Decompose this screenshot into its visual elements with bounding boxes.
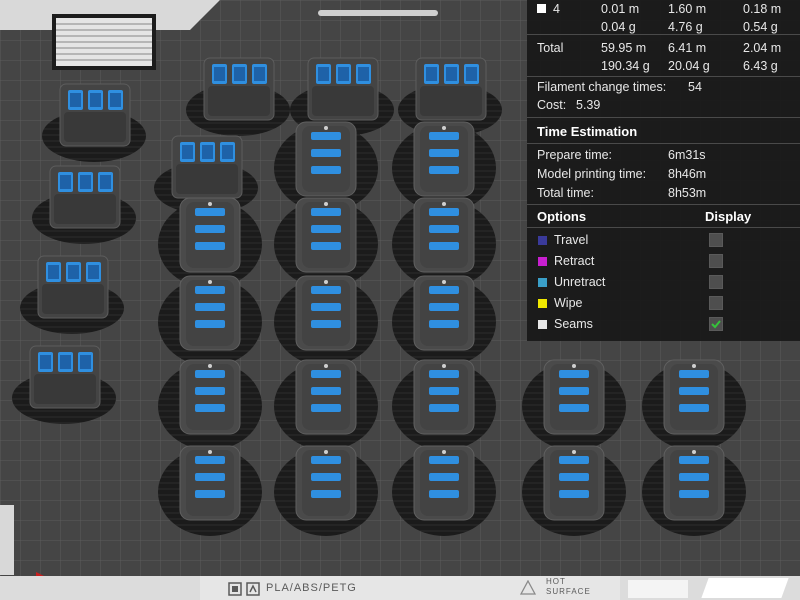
totals-row: Total 59.95 m 6.41 m 2.04 m [527,39,800,57]
stacked-part [179,445,241,521]
tray-part [415,57,487,121]
stacked-part [179,359,241,435]
model-printing-time-label: Model printing time: [537,167,647,181]
gcode-statistics-panel: 4 0.01 m 1.60 m 0.18 m 0.04 g 4.76 g 0.5… [527,0,800,341]
model-printing-time-row: Model printing time: 8h46m [527,165,800,183]
filament-model-length: 1.60 m [668,2,707,16]
separator [527,76,800,77]
prepare-time-label: Prepare time: [537,148,613,162]
bed-marker-box [628,580,688,598]
total-time-row: Total time: 8h53m [527,184,800,202]
totals-support-length: 2.04 m [743,41,782,55]
tray-part [171,135,243,199]
tray-part [203,57,275,121]
tray-part [37,255,109,319]
stacked-part [413,121,475,197]
totals-total-weight: 190.34 g [601,59,650,73]
tray-part [29,345,101,409]
filament-change-value: 54 [688,80,702,94]
totals-weights-row: 190.34 g 20.04 g 6.43 g [527,57,800,75]
stacked-part [295,359,357,435]
option-label: Travel [554,233,589,247]
stacked-part [413,445,475,521]
seams-display-checkbox[interactable] [709,317,723,331]
unretract-display-checkbox[interactable] [709,275,723,289]
filament-color-swatch [537,4,546,13]
filament-icon [228,582,242,596]
wipe-display-checkbox[interactable] [709,296,723,310]
cost-row: Cost: 5.39 [527,96,800,114]
stacked-part [543,445,605,521]
separator [527,143,800,144]
totals-support-weight: 6.43 g [743,59,778,73]
stacked-part [295,121,357,197]
stacked-part [295,197,357,273]
totals-total-length: 59.95 m [601,41,647,55]
option-retract[interactable]: Retract [527,252,800,270]
option-label: Wipe [554,296,583,310]
hot-surface-line-1: HOT [546,577,566,586]
hot-surface-line-2: SURFACE [546,587,591,596]
bed-material-label: PLA/ABS/PETG [266,582,357,594]
totals-label: Total [537,41,564,55]
separator [527,227,800,228]
tray-part [59,83,131,147]
filament-change-row: Filament change times: 54 [527,78,800,96]
option-label: Retract [554,254,595,268]
stacked-part [663,359,725,435]
wipe-swatch [538,299,547,308]
cost-value: 5.39 [576,98,601,112]
filament-change-label: Filament change times: [537,80,667,94]
travel-display-checkbox[interactable] [709,233,723,247]
seams-checkmark-icon [711,320,721,329]
option-label: Unretract [554,275,606,289]
options-title: Options [537,209,587,224]
separator [527,204,800,205]
unretract-swatch [538,278,547,287]
filament-support-length: 0.18 m [743,2,782,16]
time-estimation-title: Time Estimation [537,124,638,139]
stacked-part [663,445,725,521]
filament-id: 4 [553,2,560,16]
stacked-part [179,197,241,273]
hot-surface-warning-icon [520,580,536,595]
option-unretract[interactable]: Unretract [527,273,800,291]
separator [527,34,800,35]
option-seams[interactable]: Seams [527,315,800,333]
filament-total-length: 0.01 m [601,2,640,16]
prepare-time-row: Prepare time: 6m31s [527,146,800,164]
model-printing-time-value: 8h46m [668,167,707,181]
seams-swatch [538,320,547,329]
prepare-time-value: 6m31s [668,148,706,162]
totals-model-weight: 20.04 g [668,59,710,73]
stacked-part [295,445,357,521]
filament-row: 4 0.01 m 1.60 m 0.18 m [527,0,800,18]
total-time-value: 8h53m [668,186,707,200]
stacked-part [543,359,605,435]
total-time-label: Total time: [537,186,594,200]
display-title: Display [705,209,752,224]
stacked-part [413,197,475,273]
stacked-part [295,275,357,351]
stacked-part [413,275,475,351]
bed-logo-icon [246,582,260,596]
cost-label: Cost: [537,98,567,112]
option-travel[interactable]: Travel [527,231,800,249]
retract-display-checkbox[interactable] [709,254,723,268]
tray-part [307,57,379,121]
bed-corner-marker [701,578,789,598]
option-label: Seams [554,317,593,331]
option-wipe[interactable]: Wipe [527,294,800,312]
stacked-part [179,275,241,351]
tray-part [49,165,121,229]
travel-swatch [538,236,547,245]
retract-swatch [538,257,547,266]
bed-bottom-strip: PLA/ABS/PETG HOT SURFACE [0,576,800,600]
separator [527,117,800,118]
wipe-tower [52,14,156,70]
totals-model-length: 6.41 m [668,41,707,55]
stacked-part [413,359,475,435]
